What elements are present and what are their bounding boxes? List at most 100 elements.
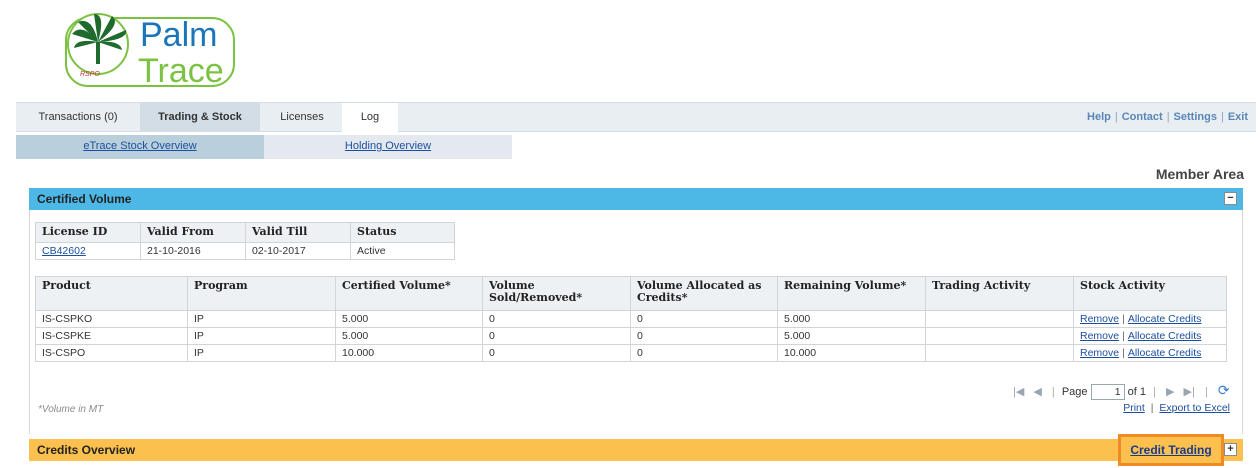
credit-trading-button[interactable]: Credit Trading [1118,434,1224,466]
print-link[interactable]: Print [1123,402,1145,414]
allocated-volume-cell: 0 [630,310,778,328]
last-page-icon[interactable]: ▶| [1184,382,1195,402]
logo-trace: Trace [138,52,224,90]
stock-activity-cell: Remove | Allocate Credits [1073,327,1227,345]
page-of-label: of 1 [1127,386,1147,398]
volume-table: Product Program Certified Volume* Volume… [35,276,1227,362]
table-row: CB42602 21-10-2016 02-10-2017 Active [35,242,455,260]
pagination-bar: |◀ ◀ | Page 1 of 1 | ▶ ▶| | ⟳ [1010,380,1230,402]
subtab-etrace-stock-overview[interactable]: eTrace Stock Overview [16,135,264,159]
palm-trace-logo: RSPO Palm Trace [62,8,242,90]
refresh-icon[interactable]: ⟳ [1218,380,1230,400]
subtab-holding-overview[interactable]: Holding Overview [264,135,512,159]
allocated-volume-cell: 0 [630,344,778,362]
settings-link[interactable]: Settings [1174,111,1217,123]
action-separator: | [1122,313,1125,325]
program-cell: IP [187,344,336,362]
program-cell: IP [187,310,336,328]
export-to-excel-link[interactable]: Export to Excel [1159,402,1230,414]
next-page-icon[interactable]: ▶ [1166,382,1174,402]
column-header: Volume Sold/Removed* [482,276,631,311]
collapse-icon[interactable]: − [1224,192,1237,205]
column-header: Trading Activity [925,276,1074,311]
column-header: Valid From [140,222,246,243]
logo-badge: RSPO [80,71,100,78]
tab-trading-stock[interactable]: Trading & Stock [140,103,260,132]
first-page-icon[interactable]: |◀ [1013,382,1024,402]
stock-activity-cell: Remove | Allocate Credits [1073,344,1227,362]
column-header: Stock Activity [1073,276,1227,311]
column-header: Status [350,222,455,243]
trading-activity-cell [925,344,1074,362]
certified-volume-header: Certified Volume − [29,188,1243,210]
certified-volume-title: Certified Volume [37,192,132,206]
link-separator: | [1166,111,1170,123]
column-header: Product [35,276,188,311]
stock-activity-cell: Remove | Allocate Credits [1073,310,1227,328]
pager-separator: | [1051,386,1055,398]
prev-page-icon[interactable]: ◀ [1033,382,1041,402]
pager-separator: | [1153,386,1156,398]
table-row: IS-CSPKO IP 5.000 0 0 5.000 Remove | Alloc… [35,310,1227,328]
action-separator: | [1122,330,1125,342]
page-label: Page [1061,386,1088,398]
remove-link[interactable]: Remove [1080,330,1119,342]
certified-volume-cell: 10.000 [335,344,483,362]
column-header: Certified Volume* [335,276,483,311]
remove-link[interactable]: Remove [1080,347,1119,359]
trading-activity-cell [925,310,1074,328]
member-area-title: Member Area [1155,166,1244,182]
column-header: License ID [35,222,141,243]
certified-volume-cell: 5.000 [335,310,483,328]
table-header-row: Product Program Certified Volume* Volume… [35,276,1227,311]
sold-volume-cell: 0 [482,310,631,328]
export-separator: | [1150,402,1154,414]
remove-link[interactable]: Remove [1080,313,1119,325]
expand-icon[interactable]: + [1224,443,1237,456]
product-cell: IS-CSPO [35,344,188,362]
export-links: Print | Export to Excel [1123,402,1230,414]
valid-till-cell: 02-10-2017 [245,242,351,260]
link-separator: | [1114,111,1118,123]
logo-palm: Palm [140,16,217,54]
contact-link[interactable]: Contact [1122,111,1163,123]
main-navigation: Transactions (0) Trading & Stock License… [16,102,1256,132]
program-cell: IP [187,327,336,345]
trading-activity-cell [925,327,1074,345]
credits-overview-header: Credits Overview + [29,439,1243,461]
license-table: License ID Valid From Valid Till Status … [35,222,455,260]
column-header: Valid Till [245,222,351,243]
exit-link[interactable]: Exit [1228,111,1248,123]
table-row: IS-CSPKE IP 5.000 0 0 5.000 Remove | Alloc… [35,327,1227,345]
allocate-credits-link[interactable]: Allocate Credits [1128,313,1202,325]
tab-transactions[interactable]: Transactions (0) [16,103,140,132]
column-header: Program [187,276,336,311]
utility-links: Help | Contact | Settings | Exit [1087,103,1248,132]
sold-volume-cell: 0 [482,344,631,362]
tab-log[interactable]: Log [342,103,398,132]
allocated-volume-cell: 0 [630,327,778,345]
column-header: Volume Allocated as Credits* [630,276,778,311]
valid-from-cell: 21-10-2016 [140,242,246,260]
status-cell: Active [350,242,455,260]
license-id-link[interactable]: CB42602 [35,242,141,260]
remaining-volume-cell: 5.000 [777,327,926,345]
allocate-credits-link[interactable]: Allocate Credits [1128,330,1202,342]
tab-licenses[interactable]: Licenses [262,103,342,132]
sub-navigation: eTrace Stock Overview Holding Overview [16,135,512,159]
table-header-row: License ID Valid From Valid Till Status [35,222,455,243]
action-separator: | [1122,347,1125,359]
table-row: IS-CSPO IP 10.000 0 0 10.000 Remove | Allo… [35,344,1227,362]
pager-separator: | [1204,386,1208,398]
link-separator: | [1220,111,1224,123]
certified-volume-cell: 5.000 [335,327,483,345]
volume-unit-note: *Volume in MT [38,404,104,415]
column-header: Remaining Volume* [777,276,926,311]
help-link[interactable]: Help [1087,111,1111,123]
page-number-input[interactable]: 1 [1090,384,1125,401]
remaining-volume-cell: 5.000 [777,310,926,328]
sold-volume-cell: 0 [482,327,631,345]
allocate-credits-link[interactable]: Allocate Credits [1128,347,1202,359]
product-cell: IS-CSPKE [35,327,188,345]
product-cell: IS-CSPKO [35,310,188,328]
